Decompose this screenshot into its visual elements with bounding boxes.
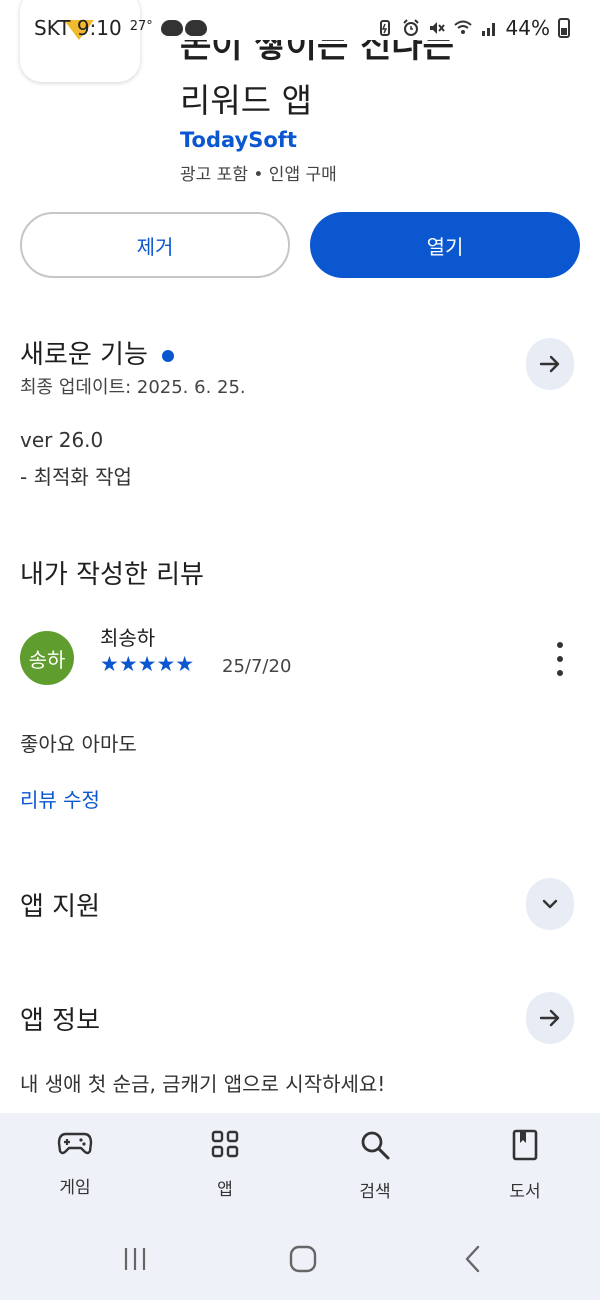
app-description: 내 생애 첫 순금, 금캐기 앱으로 시작하세요! xyxy=(20,1072,386,1096)
review-text: 좋아요 아마도 xyxy=(20,732,137,756)
nav-apps[interactable]: 앱 xyxy=(170,1129,280,1200)
home-button[interactable] xyxy=(287,1244,319,1274)
edit-review-link[interactable]: 리뷰 수정 xyxy=(20,784,100,813)
nav-search[interactable]: 검색 xyxy=(320,1129,430,1202)
more-options-icon[interactable] xyxy=(552,642,568,676)
wifi-icon xyxy=(453,20,472,34)
arrow-right-icon xyxy=(539,1009,560,1027)
chevron-down-icon xyxy=(542,899,558,909)
whats-new-arrow-button[interactable] xyxy=(526,338,574,390)
arrow-right-icon xyxy=(539,355,560,373)
temperature: 27° xyxy=(129,18,153,34)
star-rating: ★★★★★ xyxy=(100,652,195,676)
nav-apps-label: 앱 xyxy=(217,1180,233,1200)
weather-icon xyxy=(160,20,207,36)
home-icon xyxy=(289,1245,317,1273)
carrier-time: SKT 9:10 xyxy=(34,16,122,40)
reviewer-name: 최송하 xyxy=(100,626,156,650)
release-note: - 최적화 작업 xyxy=(20,465,132,489)
app-info-title[interactable]: 앱 정보 xyxy=(20,1000,100,1037)
bottom-navigation: 게임 앱 검색 도서 xyxy=(0,1113,600,1230)
app-info-arrow-button[interactable] xyxy=(526,992,574,1044)
my-review-title: 내가 작성한 리뷰 xyxy=(20,560,204,590)
new-indicator-dot xyxy=(161,349,174,362)
uninstall-button[interactable]: 제거 xyxy=(20,212,290,278)
app-support-title[interactable]: 앱 지원 xyxy=(20,886,100,923)
back-icon xyxy=(465,1245,480,1273)
alarm-icon xyxy=(402,19,419,36)
recent-apps-button[interactable] xyxy=(120,1244,150,1274)
status-bar: SKT 9:10 27° 44% xyxy=(0,0,600,58)
version-text: ver 26.0 xyxy=(20,428,104,452)
avatar: 송하 xyxy=(20,631,74,685)
search-icon xyxy=(361,1131,390,1160)
app-title-line2: 리워드 앱 xyxy=(180,81,312,120)
app-support-expand-button[interactable] xyxy=(526,878,574,930)
apps-grid-icon xyxy=(211,1130,239,1158)
signal-icon xyxy=(481,23,495,36)
nav-games-label: 게임 xyxy=(59,1178,91,1198)
mute-icon xyxy=(429,22,445,34)
book-icon xyxy=(512,1129,538,1161)
whats-new-header[interactable]: 새로운 기능 xyxy=(20,334,174,371)
system-navigation-bar xyxy=(0,1230,600,1300)
back-button[interactable] xyxy=(458,1244,488,1274)
battery-percent: 44% xyxy=(505,16,550,40)
whats-new-title: 새로운 기능 xyxy=(20,340,148,370)
battery-saver-icon xyxy=(379,20,390,36)
review-date: 25/7/20 xyxy=(222,656,292,677)
status-right: 44% xyxy=(376,16,570,40)
open-button[interactable]: 열기 xyxy=(310,212,580,278)
app-meta: 광고 포함 • 인앱 구매 xyxy=(180,165,337,185)
nav-books-label: 도서 xyxy=(509,1182,541,1202)
nav-books[interactable]: 도서 xyxy=(470,1129,580,1202)
status-left: SKT 9:10 27° xyxy=(34,16,207,40)
developer-link[interactable]: TodaySoft xyxy=(180,128,297,152)
recent-apps-icon xyxy=(124,1248,146,1270)
gamepad-icon xyxy=(57,1132,93,1155)
nav-search-label: 검색 xyxy=(359,1182,391,1202)
nav-games[interactable]: 게임 xyxy=(20,1129,130,1198)
last-updated: 최종 업데이트: 2025. 6. 25. xyxy=(20,377,246,398)
battery-icon xyxy=(558,18,570,38)
